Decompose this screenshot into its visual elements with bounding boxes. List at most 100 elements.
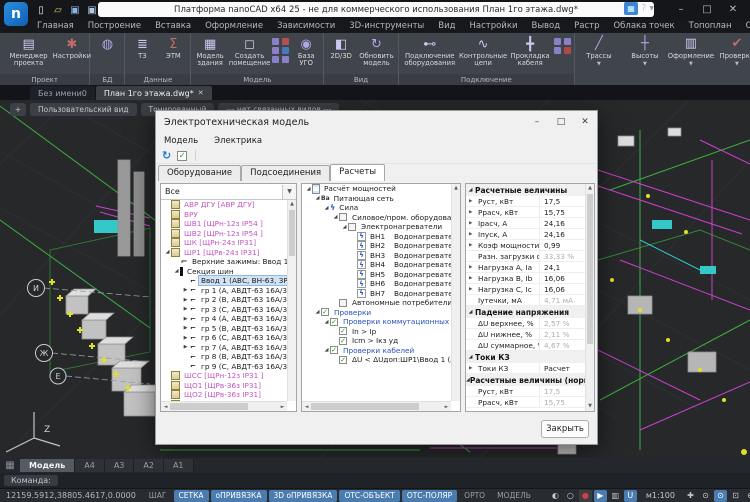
ribbon-button-База УГО[interactable]: ◉База УГО [291, 35, 321, 68]
sheet-tab-А4[interactable]: А4 [75, 459, 105, 472]
add-view-button[interactable]: + [10, 103, 26, 116]
maximize-button[interactable]: □ [694, 0, 720, 18]
document-tab-Без имени0[interactable]: Без имени0 [30, 86, 95, 100]
ribbon-button-Контрольные цепи[interactable]: ∿Контрольные цепи [460, 35, 507, 68]
expand-row-icon[interactable]: ▶ [469, 276, 472, 281]
property-row[interactable]: ΔU нижнее, %2,11 % [466, 329, 585, 340]
tree-item[interactable]: ▶⌐гр 6 (С, АВДТ-63 16А/30мА) [161, 333, 287, 343]
tree-item[interactable]: ЩО2 [ЩРв-36з IP31] [161, 390, 287, 400]
expand-row-icon[interactable]: ▶ [469, 210, 472, 215]
bulb-icon[interactable]: ○ [564, 490, 577, 502]
tree-expander-icon[interactable]: ▶ [182, 316, 189, 322]
ribbon-button-ЭТМ[interactable]: ΣЭТМ [158, 35, 188, 60]
status-toggle-3D оПРИВЯЗКА[interactable]: 3D оПРИВЯЗКА [269, 490, 338, 502]
calc-tree-item[interactable]: ϟВН7Водонагреватель [302, 289, 451, 299]
tree-item[interactable]: ▶⌐гр 3 (С, АВДТ-63 16А/30мА) [161, 305, 287, 315]
checkbox-empty-icon[interactable] [348, 223, 356, 231]
checkbox-checked-icon[interactable]: ✓ [330, 346, 338, 354]
mini-tool-icon[interactable] [564, 47, 571, 54]
checkbox-checked-icon[interactable]: ✓ [339, 337, 347, 345]
tree-expander-icon[interactable]: ◢ [314, 309, 321, 315]
app-window-icon[interactable]: ▦ [624, 2, 638, 15]
calc-tree-item[interactable]: ◢ВaПитающая сеть [302, 194, 451, 204]
ribbon-tab-Вывод[interactable]: Вывод [524, 20, 567, 33]
tree-item[interactable]: ▶⌐гр 2 (В, АВДТ-63 16А/30мА) [161, 295, 287, 305]
property-row[interactable]: Руст, кВт17,5 [466, 386, 585, 397]
ribbon-tab-Вид[interactable]: Вид [431, 20, 462, 33]
mini-tool-icon[interactable] [282, 56, 289, 63]
checkbox-checked-icon[interactable]: ✓ [330, 318, 338, 326]
dialog-close-icon[interactable]: ✕ [573, 117, 597, 127]
sheet-tab-А3[interactable]: А3 [105, 459, 135, 472]
tree-item[interactable]: ⌐гр 9 (С, АВДТ-63 16А/30мА) [161, 362, 287, 372]
calc-tree-item[interactable]: ✓In > Ip [302, 327, 451, 337]
save-icon[interactable]: ▣ [68, 3, 82, 17]
dialog-maximize-button[interactable]: □ [549, 117, 573, 127]
help-button[interactable]: ? [641, 3, 646, 14]
ortho-u-icon[interactable]: U [624, 490, 637, 502]
tree-item[interactable]: АВР ДГУ [АВР ДГУ] [161, 200, 287, 210]
property-row[interactable]: ▶Ррасч, кВт15,75 [466, 207, 585, 218]
tree-item[interactable]: ▶⌐гр 5 (В, АВДТ-63 16А/30мА) [161, 324, 287, 334]
ribbon-tab-Зависимости[interactable]: Зависимости [270, 20, 342, 33]
mini-tool-icon[interactable] [564, 38, 571, 45]
expand-row-icon[interactable]: ▶ [469, 366, 472, 371]
close-dialog-button[interactable]: Закрыть [541, 420, 589, 438]
ribbon-button-Подключение оборудования[interactable]: ⊷Подключение оборудования [401, 35, 459, 68]
tree-item[interactable]: ▶⌐гр 1 (А, АВДТ-63 16А/30мА) [161, 286, 287, 296]
tree-item[interactable]: ▶⌐гр 4 (А, АВДТ-63 16А/30мА) [161, 314, 287, 324]
close-button[interactable]: ✕ [720, 0, 746, 18]
ribbon-tab-Вставка[interactable]: Вставка [148, 20, 198, 33]
calc-tree-item[interactable]: ϟВН1Водонагреватель [302, 232, 451, 242]
ribbon-tab-Построение[interactable]: Построение [81, 20, 148, 33]
calc-tree-item[interactable]: ◢Силовое/пром. оборудование [302, 213, 451, 223]
status-toggle-ШАГ[interactable]: ШАГ [144, 490, 172, 502]
mini-tool-icon[interactable] [282, 47, 289, 54]
tree-item[interactable]: ЩО1 [ЩРв-36з IP31] [161, 381, 287, 391]
expand-row-icon[interactable]: ▶ [469, 265, 472, 270]
expand-row-icon[interactable]: ▶ [469, 199, 472, 204]
tree-item[interactable]: ⌐гр 8 (В, АВДТ-63 16А/30мА) [161, 352, 287, 362]
tree-expander-icon[interactable]: ▶ [182, 335, 189, 341]
calc-tree-item[interactable]: ϟВН6Водонагреватель [302, 279, 451, 289]
tree-expander-icon[interactable]: ◢ [314, 195, 321, 201]
mini-tool-icon[interactable] [272, 56, 279, 63]
sheet-tab-А2[interactable]: А2 [134, 459, 164, 472]
scale-indicator[interactable]: м1:100 [638, 491, 683, 500]
dialog-tab-Подсоединения[interactable]: Подсоединения [241, 165, 330, 181]
view-control-1[interactable]: Пользовательский вид [30, 103, 137, 116]
property-section-header[interactable]: ◢Расчетные величины (нормальн [466, 374, 585, 386]
ribbon-button-Создать помещение[interactable]: ◻Создать помещение [228, 35, 271, 68]
refresh-icon[interactable]: ↻ [162, 149, 171, 162]
calc-tree-item[interactable]: ◢Расчёт мощностей [302, 184, 451, 194]
tree-item[interactable]: ВРУ [161, 210, 287, 220]
tree-expander-icon[interactable]: ◢ [332, 214, 339, 220]
calc-tree-item[interactable]: ϟВН3Водонагреватель [302, 251, 451, 261]
zoom-icon[interactable]: ⊙ [699, 490, 712, 502]
property-section-header[interactable]: ◢Расчетные величины [466, 184, 585, 196]
ribbon-tab-Настройки[interactable]: Настройки [462, 20, 524, 33]
ribbon-dropdown-Высоты[interactable]: ┼Высоты▼ [623, 33, 667, 85]
ribbon-tab-Главная[interactable]: Главная [30, 20, 81, 33]
ribbon-dropdown-Трассы[interactable]: ╱Трассы▼ [577, 33, 621, 85]
property-row[interactable]: ▶Коэф мощности0,99 [466, 240, 585, 251]
tree-item[interactable]: ШСС [ЩРн-12з IP31 ] [161, 371, 287, 381]
ribbon-tab-3D-инструменты[interactable]: 3D-инструменты [342, 20, 431, 33]
calc-tree-item[interactable]: ◢ϟСила [302, 203, 451, 213]
properties-vscrollbar[interactable]: ▲ ▼ [585, 184, 594, 411]
tree-item[interactable]: ⌐Верхние зажимы: Ввод 1 (АВС, [161, 257, 287, 267]
tree-item[interactable]: ▶⌐гр 7 (А, АВДТ-63 16А/30мА) [161, 343, 287, 353]
property-row[interactable]: ▶Токи КЗРасчет [466, 363, 585, 374]
filter-dropdown[interactable]: Все ▼ [161, 184, 296, 200]
property-section-header[interactable]: ◢Падение напряжения [466, 306, 585, 318]
calc-tree-item[interactable]: ϟВН4Водонагреватель [302, 260, 451, 270]
document-tab-План 1го этажа.dwg*[interactable]: План 1го этажа.dwg*✕ [96, 86, 212, 100]
dialog-tab-Расчеты[interactable]: Расчеты [330, 164, 385, 181]
property-row[interactable]: Разн. загрузки фаз, %33,33 % [466, 251, 585, 262]
calc-tree-item[interactable]: Автономные потребители [302, 298, 451, 308]
calc-tree-item[interactable]: ◢✓Проверки кабелей [302, 346, 451, 356]
tree-expander-icon[interactable]: ◢ [164, 249, 171, 255]
device-tree-hscrollbar[interactable]: ◄► [161, 401, 287, 411]
status-toggle-СЕТКА[interactable]: СЕТКА [174, 490, 209, 502]
checkbox-empty-icon[interactable] [339, 213, 347, 221]
